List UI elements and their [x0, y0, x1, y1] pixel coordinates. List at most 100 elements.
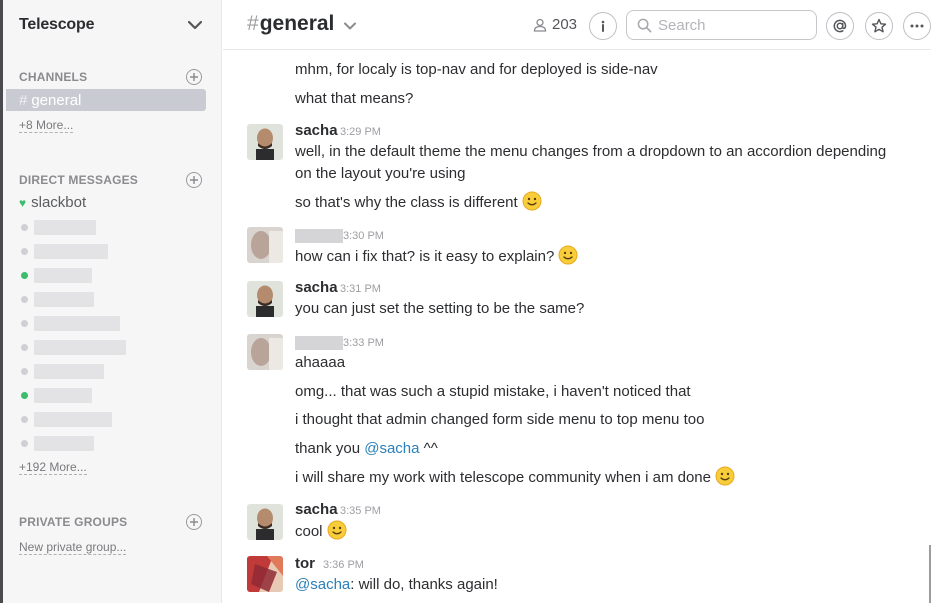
sidebar-item-direct-message[interactable]: [21, 243, 108, 259]
hash-icon: #: [247, 12, 259, 35]
message-text: so that's why the class is different: [295, 191, 542, 214]
message-author[interactable]: sacha: [295, 122, 338, 139]
redacted-username: [34, 316, 120, 331]
channel-name: general: [259, 12, 335, 35]
user-mention-link[interactable]: @sacha: [295, 576, 350, 593]
avatar[interactable]: [247, 504, 283, 540]
sidebar-item-direct-message[interactable]: [21, 435, 94, 451]
presence-indicator-icon: [21, 343, 28, 351]
channel-header: # general 203: [223, 0, 931, 50]
avatar[interactable]: [247, 281, 283, 317]
message-list: mhm, for localy is top-nav and for deplo…: [223, 50, 931, 603]
sidebar-item-direct-message[interactable]: [21, 363, 104, 379]
heart-icon: ♥: [19, 195, 27, 210]
redacted-username: [34, 412, 112, 427]
message-text: mhm, for localy is top-nav and for deplo…: [295, 61, 658, 78]
avatar[interactable]: [247, 556, 283, 592]
message-text: you can just set the setting to be the s…: [295, 300, 585, 317]
chevron-down-icon[interactable]: [187, 17, 203, 33]
channels-section-title[interactable]: CHANNELS: [19, 70, 87, 84]
sidebar-item-direct-message[interactable]: [21, 315, 120, 331]
avatar[interactable]: [247, 334, 283, 370]
message-timestamp[interactable]: 3:31 PM: [340, 283, 381, 295]
message-text: i thought that admin changed form side m…: [295, 411, 705, 428]
message-text: i will share my work with telescope comm…: [295, 466, 735, 489]
sidebar-item-slackbot[interactable]: ♥ slackbot: [19, 194, 86, 211]
message-text: thank you @sacha ^^: [295, 440, 438, 457]
add-private-group-icon[interactable]: [186, 514, 202, 530]
message-text: omg... that was such a stupid mistake, i…: [295, 383, 691, 400]
user-mention-link[interactable]: @sacha: [364, 440, 419, 457]
message-timestamp[interactable]: 3:30 PM: [343, 230, 384, 242]
redacted-username: [34, 244, 108, 259]
redacted-username: [34, 388, 92, 403]
more-options-icon[interactable]: [903, 12, 931, 40]
sidebar-item-direct-message[interactable]: [21, 219, 96, 235]
message-author-redacted: [295, 336, 343, 350]
message-author[interactable]: tor: [295, 555, 315, 572]
mentions-icon[interactable]: [826, 12, 854, 40]
channel-title[interactable]: # general: [247, 12, 357, 36]
message-author[interactable]: sacha: [295, 279, 338, 296]
redacted-username: [34, 364, 104, 379]
message-text: what that means?: [295, 90, 414, 107]
private-groups-section-title[interactable]: PRIVATE GROUPS: [19, 515, 127, 529]
redacted-username: [34, 220, 96, 235]
smiley-emoji-icon: [558, 245, 578, 265]
team-menu[interactable]: Telescope: [3, 0, 221, 50]
member-count-button[interactable]: 203: [533, 16, 577, 33]
search-icon: [637, 18, 652, 32]
star-icon[interactable]: [865, 12, 893, 40]
redacted-username: [34, 436, 94, 451]
add-channel-icon[interactable]: [186, 69, 202, 85]
presence-indicator-icon: [21, 391, 28, 399]
new-private-group-link[interactable]: New private group...: [19, 541, 127, 555]
search-box[interactable]: [626, 10, 817, 40]
channels-more-link[interactable]: +8 More...: [19, 119, 74, 133]
message-timestamp[interactable]: 3:33 PM: [343, 337, 384, 349]
message-text: well, in the default theme the menu chan…: [295, 143, 887, 182]
sidebar-item-direct-message[interactable]: [21, 291, 94, 307]
person-icon: [533, 18, 547, 32]
redacted-username: [34, 292, 94, 307]
smiley-emoji-icon: [522, 191, 542, 211]
sidebar-item-label: slackbot: [31, 194, 87, 211]
avatar[interactable]: [247, 124, 283, 160]
message-author-redacted: [295, 229, 343, 243]
dm-more-link[interactable]: +192 More...: [19, 461, 87, 475]
member-count: 203: [552, 16, 578, 33]
team-name: Telescope: [19, 16, 95, 33]
sidebar-item-general[interactable]: # general: [6, 89, 206, 111]
sidebar-item-direct-message[interactable]: [21, 339, 126, 355]
presence-indicator-icon: [21, 271, 28, 279]
message-text: cool: [295, 520, 347, 543]
message-author[interactable]: sacha: [295, 501, 338, 518]
presence-indicator-icon: [21, 415, 28, 423]
message-text: ahaaaa: [295, 354, 346, 371]
redacted-username: [34, 268, 92, 283]
direct-messages-section-title[interactable]: DIRECT MESSAGES: [19, 173, 138, 187]
presence-indicator-icon: [21, 295, 28, 303]
channel-info-icon[interactable]: [589, 12, 617, 40]
hash-icon: #: [19, 91, 28, 109]
message-timestamp[interactable]: 3:35 PM: [340, 505, 381, 517]
presence-indicator-icon: [21, 247, 28, 255]
message-text: how can i fix that? is it easy to explai…: [295, 245, 578, 268]
search-input[interactable]: [658, 16, 808, 34]
presence-indicator-icon: [21, 319, 28, 327]
sidebar: Telescope CHANNELS # general +8 More... …: [3, 0, 222, 603]
sidebar-item-direct-message[interactable]: [21, 267, 92, 283]
chevron-down-icon[interactable]: [344, 20, 357, 32]
add-direct-message-icon[interactable]: [186, 172, 202, 188]
smiley-emoji-icon: [715, 466, 735, 486]
presence-indicator-icon: [21, 367, 28, 375]
message-text: @sacha: will do, thanks again!: [295, 576, 498, 593]
slack-app: Telescope CHANNELS # general +8 More... …: [0, 0, 931, 603]
message-timestamp[interactable]: 3:36 PM: [323, 559, 364, 571]
presence-indicator-icon: [21, 223, 28, 231]
avatar[interactable]: [247, 227, 283, 263]
message-timestamp[interactable]: 3:29 PM: [340, 126, 381, 138]
sidebar-item-direct-message[interactable]: [21, 411, 112, 427]
sidebar-item-direct-message[interactable]: [21, 387, 92, 403]
presence-indicator-icon: [21, 439, 28, 447]
